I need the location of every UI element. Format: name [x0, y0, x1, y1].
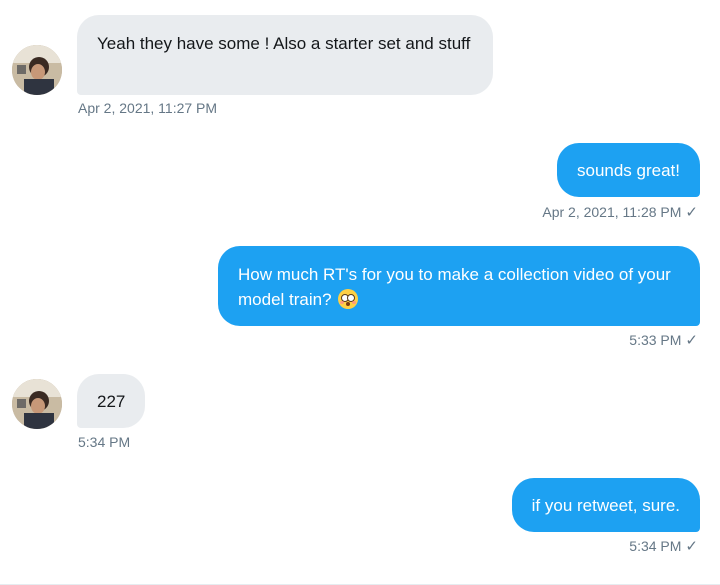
check-icon: ✓ — [685, 538, 698, 555]
message-text: sounds great! — [576, 161, 680, 180]
timestamp-text: 5:33 PM — [629, 332, 682, 348]
message-text: if you retweet, sure. — [531, 496, 680, 515]
avatar[interactable] — [12, 45, 62, 95]
user-avatar-icon — [12, 45, 62, 95]
message-text: 227 — [97, 392, 126, 411]
message-text: Yeah they have some ! Also a starter set… — [97, 34, 471, 53]
timestamp-text: 5:34 PM — [629, 538, 682, 554]
message-timestamp: Apr 2, 2021, 11:27 PM — [78, 100, 217, 116]
message-timestamp: 5:33 PM ✓ — [629, 331, 698, 349]
user-avatar-icon — [12, 379, 62, 429]
message-bubble-outgoing[interactable]: How much RT's for you to make a collecti… — [218, 246, 700, 326]
message-timestamp: Apr 2, 2021, 11:28 PM ✓ — [542, 203, 698, 221]
message-timestamp: 5:34 PM ✓ — [629, 537, 698, 555]
timestamp-text: 5:34 PM — [78, 434, 131, 450]
avatar[interactable] — [12, 379, 62, 429]
timestamp-text: Apr 2, 2021, 11:27 PM — [78, 100, 218, 116]
check-icon: ✓ — [685, 332, 698, 349]
flushed-face-emoji-icon — [338, 289, 359, 309]
check-icon: ✓ — [685, 204, 698, 221]
message-bubble-incoming[interactable]: 227 — [77, 374, 146, 428]
message-text: How much RT's for you to make a collecti… — [238, 265, 671, 309]
message-bubble-outgoing[interactable]: sounds great! — [556, 143, 700, 197]
message-bubble-outgoing[interactable]: if you retweet, sure. — [511, 478, 700, 532]
timestamp-text: Apr 2, 2021, 11:28 PM — [542, 204, 682, 220]
message-timestamp: 5:34 PM — [78, 434, 130, 450]
message-bubble-incoming[interactable]: Yeah they have some ! Also a starter set… — [77, 15, 493, 95]
